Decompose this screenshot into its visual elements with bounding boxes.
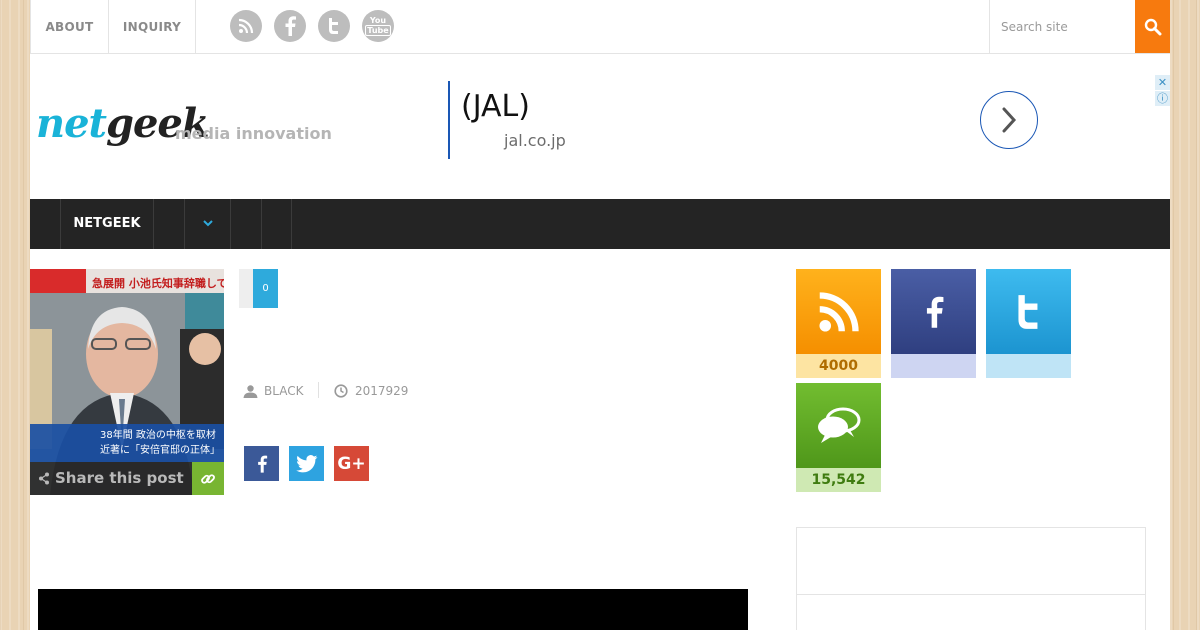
rss-count: 4000 xyxy=(796,354,881,378)
sidebar-widget xyxy=(796,527,1146,630)
chevron-down-icon xyxy=(203,220,213,227)
clock-icon xyxy=(334,384,348,398)
embedded-video[interactable] xyxy=(38,589,748,630)
facebook-icon[interactable] xyxy=(274,10,306,42)
comment-count-badge[interactable]: 0 xyxy=(239,269,278,308)
google-plus-icon: G+ xyxy=(337,453,366,474)
widget-divider xyxy=(797,594,1145,595)
share-label: Share this post xyxy=(55,469,184,487)
main-nav-item-empty-2[interactable] xyxy=(230,199,261,249)
main-nav-dropdown[interactable] xyxy=(184,199,230,249)
date-text: 2017929 xyxy=(355,384,409,398)
sidebar-facebook-tile[interactable] xyxy=(891,269,976,378)
share-icon xyxy=(39,472,49,485)
main-nav-item-empty-1[interactable] xyxy=(153,199,184,249)
nav-about[interactable]: ABOUT xyxy=(30,0,109,54)
share-google-plus-button[interactable]: G+ xyxy=(334,446,369,481)
ad-title[interactable]: (JAL) xyxy=(461,89,530,124)
youtube-icon[interactable]: You Tube xyxy=(362,10,394,42)
rss-icon[interactable] xyxy=(230,10,262,42)
ad-accent-bar xyxy=(448,81,450,159)
ad-info-icon[interactable]: ⓘ xyxy=(1155,91,1170,106)
page: ABOUT INQUIRY You Tube Search site netge… xyxy=(30,0,1170,630)
rss-icon xyxy=(796,269,881,354)
facebook-count xyxy=(891,354,976,378)
comments-count: 15,542 xyxy=(796,468,881,492)
main-nav-netgeek[interactable]: NETGEEK xyxy=(60,199,153,249)
twitter-icon xyxy=(986,269,1071,354)
share-facebook-button[interactable] xyxy=(244,446,279,481)
comment-badge-tab xyxy=(239,269,253,308)
twitter-icon xyxy=(295,454,317,472)
share-this-post-bar[interactable]: Share this post xyxy=(30,462,224,495)
logo-tagline: media innovation xyxy=(175,124,332,143)
twitter-count xyxy=(986,354,1071,378)
thumbnail-banner-text: 急展開 小池氏知事辞職して xyxy=(92,277,224,290)
logo-net: net xyxy=(36,100,107,147)
sidebar-comments-tile[interactable]: 15,542 xyxy=(796,383,881,492)
chat-icon xyxy=(796,383,881,468)
top-bar: ABOUT INQUIRY You Tube Search site xyxy=(30,0,1170,54)
facebook-icon xyxy=(891,269,976,354)
permalink-button[interactable] xyxy=(192,462,224,495)
twitter-icon[interactable] xyxy=(318,10,350,42)
post-author[interactable]: BLACK xyxy=(243,383,303,399)
ad-next-button[interactable] xyxy=(980,91,1038,149)
chevron-right-icon xyxy=(1002,107,1017,133)
search-input[interactable]: Search site xyxy=(989,0,1135,54)
user-icon xyxy=(243,384,258,398)
ad-url[interactable]: jal.co.jp xyxy=(504,131,566,150)
main-nav-label: NETGEEK xyxy=(73,216,141,231)
sidebar-twitter-tile[interactable] xyxy=(986,269,1071,378)
facebook-icon xyxy=(257,455,267,473)
author-name: BLACK xyxy=(264,384,304,398)
thumbnail-caption-1: 38年間 政治の中枢を取材 xyxy=(100,430,216,441)
nav-inquiry[interactable]: INQUIRY xyxy=(109,0,196,54)
meta-divider xyxy=(318,382,319,398)
thumbnail-caption-2: 近著に「安倍官邸の正体」 xyxy=(100,445,220,456)
sidebar-rss-tile[interactable]: 4000 xyxy=(796,269,881,378)
site-logo[interactable]: netgeek media innovation xyxy=(36,100,336,160)
ad-close-icon[interactable]: ✕ xyxy=(1155,75,1170,90)
search-button[interactable] xyxy=(1135,0,1170,53)
ad-banner[interactable]: (JAL) jal.co.jp xyxy=(448,81,1048,159)
main-nav: NETGEEK xyxy=(30,199,1170,249)
main-nav-item-empty-3[interactable] xyxy=(261,199,292,249)
link-icon xyxy=(201,473,215,484)
search-icon xyxy=(1144,18,1161,35)
comment-count: 0 xyxy=(253,269,278,308)
share-twitter-button[interactable] xyxy=(289,446,324,481)
post-date: 2017929 xyxy=(334,383,408,399)
